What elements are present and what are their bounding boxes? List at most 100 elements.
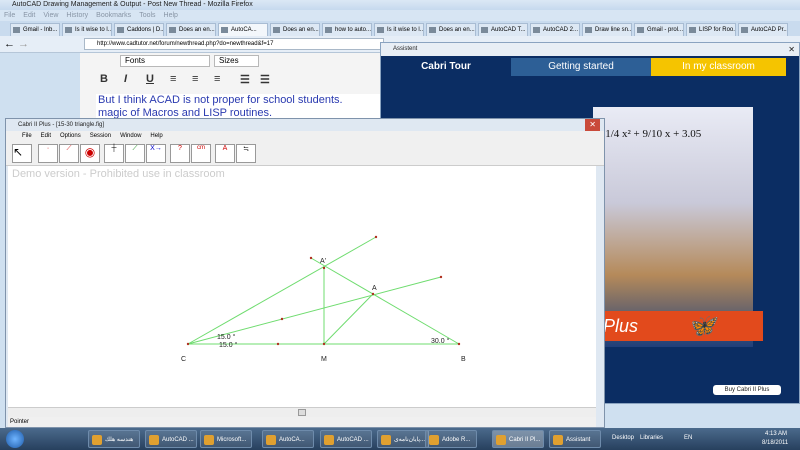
taskbar-item[interactable]: Adobe R... bbox=[425, 430, 477, 448]
parallel-tool[interactable]: ⟋ bbox=[125, 144, 145, 163]
back-icon[interactable]: ← bbox=[4, 38, 15, 50]
measure-tool[interactable]: cm bbox=[191, 144, 211, 163]
align-center-icon[interactable]: ≡ bbox=[192, 73, 198, 85]
browser-tab[interactable]: Does an en... bbox=[166, 23, 216, 36]
browser-tab[interactable]: Gmail - Inb... bbox=[10, 23, 60, 36]
taskbar-item[interactable]: Cabri II Pl... bbox=[492, 430, 544, 448]
align-left-icon[interactable]: ≡ bbox=[170, 73, 176, 85]
size-select[interactable]: Sizes bbox=[214, 55, 259, 67]
browser-tab[interactable]: AutoCAD 2... bbox=[530, 23, 580, 36]
assistant-title-bar: Assistent ✕ bbox=[381, 43, 799, 56]
unordered-list-icon[interactable]: ☰ bbox=[260, 73, 270, 86]
menu-window[interactable]: Window bbox=[120, 133, 141, 139]
scroll-thumb[interactable] bbox=[298, 409, 306, 416]
browser-tab[interactable]: AutoCAD T... bbox=[478, 23, 528, 36]
label-b: B bbox=[461, 356, 466, 363]
browser-tab[interactable]: Does an en... bbox=[426, 23, 476, 36]
taskbar-item[interactable]: هندسه هلك bbox=[88, 430, 140, 448]
menu-options[interactable]: Options bbox=[60, 133, 81, 139]
banner: Plus 🦋 bbox=[593, 311, 763, 341]
taskbar-item[interactable]: Microsoft... bbox=[200, 430, 252, 448]
menu-help[interactable]: Help bbox=[164, 12, 178, 19]
browser-tab[interactable]: AutoCAD Pr... bbox=[738, 23, 788, 36]
line-tool[interactable]: ⟋ bbox=[59, 144, 79, 163]
pointer-tool[interactable]: ↖ bbox=[12, 144, 32, 163]
transform-tool[interactable]: X→ bbox=[146, 144, 166, 163]
tab-getting-started[interactable]: Getting started bbox=[511, 58, 651, 76]
forward-icon[interactable]: → bbox=[18, 38, 29, 50]
browser-tab[interactable]: Does an en... bbox=[270, 23, 320, 36]
language-indicator[interactable]: EN bbox=[684, 435, 692, 441]
url-bar[interactable]: http://www.cadtutor.net/forum/newthread.… bbox=[84, 38, 384, 50]
drawing-canvas[interactable]: Demo version - Prohibited use in classro… bbox=[8, 166, 596, 407]
formula-text: −1/4 x² + 9/10 x + 3.05 bbox=[599, 128, 702, 140]
menu-bookmarks[interactable]: Bookmarks bbox=[96, 12, 131, 19]
line-b-a-prime bbox=[310, 257, 460, 345]
browser-tab[interactable]: how to auto... bbox=[322, 23, 372, 36]
italic-button[interactable]: I bbox=[124, 73, 127, 85]
underline-button[interactable]: U bbox=[146, 73, 154, 85]
browser-tab[interactable]: Caddons | D... bbox=[114, 23, 164, 36]
taskbar-item[interactable]: AutoCA... bbox=[262, 430, 314, 448]
taskbar-item[interactable]: AutoCAD ... bbox=[145, 430, 197, 448]
menu-session[interactable]: Session bbox=[90, 133, 111, 139]
text-line: But I think ACAD is not proper for schoo… bbox=[98, 94, 343, 106]
banner-text: Plus bbox=[603, 316, 639, 336]
align-right-icon[interactable]: ≡ bbox=[214, 73, 220, 85]
taskbar-item[interactable]: Assistant bbox=[549, 430, 601, 448]
display-tool[interactable]: ≒ bbox=[236, 144, 256, 163]
bold-button[interactable]: B bbox=[100, 73, 108, 85]
point-tool[interactable]: · bbox=[38, 144, 58, 163]
menu-help[interactable]: Help bbox=[150, 133, 162, 139]
close-icon[interactable]: ✕ bbox=[788, 43, 795, 56]
browser-tab[interactable]: Draw line sn... bbox=[582, 23, 632, 36]
start-button[interactable] bbox=[6, 430, 24, 448]
menu-file[interactable]: File bbox=[4, 12, 15, 19]
cabri-title: Cabri II Plus - [15-30 triangle.fig] bbox=[18, 122, 105, 128]
browser-tab-strip: Gmail - Inb... Is it wise to l... Caddons … bbox=[0, 21, 800, 36]
circle-tool[interactable]: ◉ bbox=[80, 144, 100, 163]
clock-date[interactable]: 8/18/2011 bbox=[762, 440, 788, 446]
status-text: Pointer bbox=[10, 419, 30, 425]
menu-view[interactable]: View bbox=[43, 12, 58, 19]
menu-edit[interactable]: Edit bbox=[41, 133, 51, 139]
text-tool[interactable]: A bbox=[215, 144, 235, 163]
close-icon[interactable]: ✕ bbox=[585, 119, 600, 131]
ordered-list-icon[interactable]: ☰ bbox=[240, 73, 250, 86]
cabri-window: Cabri II Plus - [15-30 triangle.fig] ✕ F… bbox=[5, 118, 605, 428]
libraries-toolbar[interactable]: Libraries bbox=[640, 435, 663, 441]
browser-tab[interactable]: Is it wise to l... bbox=[62, 23, 112, 36]
perpendicular-tool[interactable]: ┼ bbox=[104, 144, 124, 163]
tab-cabri-tour[interactable]: Cabri Tour bbox=[381, 58, 511, 76]
clock-time[interactable]: 4:13 AM bbox=[765, 431, 787, 437]
check-property-tool[interactable]: ? bbox=[170, 144, 190, 163]
label-c: C bbox=[181, 356, 186, 363]
post-text-area[interactable]: But I think ACAD is not proper for schoo… bbox=[96, 94, 381, 119]
font-select-value: Fonts bbox=[125, 56, 146, 65]
label-m: M bbox=[321, 356, 327, 363]
window-title: AutoCAD Drawing Management & Output - Po… bbox=[12, 1, 253, 8]
tab-in-my-classroom[interactable]: In my classroom bbox=[651, 58, 786, 76]
menu-tools[interactable]: Tools bbox=[139, 12, 155, 19]
browser-tab[interactable]: LISP for Roo... bbox=[686, 23, 736, 36]
buy-button[interactable]: Buy Cabri II Plus bbox=[713, 385, 781, 395]
assistant-title: Assistent bbox=[393, 46, 418, 52]
font-select[interactable]: Fonts bbox=[120, 55, 210, 67]
firefox-menu-bar: File Edit View History Bookmarks Tools Help bbox=[0, 10, 800, 21]
menu-edit[interactable]: Edit bbox=[23, 12, 35, 19]
browser-tab[interactable]: Gmail - prol... bbox=[634, 23, 684, 36]
taskbar-item[interactable]: پایان‌نامه‌ی... bbox=[377, 430, 429, 448]
angle-label: 30.0 ° bbox=[431, 337, 450, 345]
menu-file[interactable]: File bbox=[22, 133, 32, 139]
cabri-menu-bar: File Edit Options Session Window Help bbox=[6, 131, 604, 142]
size-select-value: Sizes bbox=[219, 56, 239, 65]
menu-history[interactable]: History bbox=[66, 12, 88, 19]
geometry-figure: C M B A A' 15.0 ° 15.0 ° 30.0 ° bbox=[181, 235, 466, 363]
label-a: A bbox=[372, 285, 377, 292]
firefox-title-bar: AutoCAD Drawing Management & Output - Po… bbox=[0, 0, 800, 10]
taskbar-item[interactable]: AutoCAD ... bbox=[320, 430, 372, 448]
desktop-toolbar[interactable]: Desktop bbox=[612, 435, 634, 441]
browser-tab[interactable]: Is it wise to l... bbox=[374, 23, 424, 36]
horizontal-scrollbar[interactable] bbox=[8, 407, 596, 417]
browser-tab[interactable]: AutoCA... bbox=[218, 23, 268, 36]
